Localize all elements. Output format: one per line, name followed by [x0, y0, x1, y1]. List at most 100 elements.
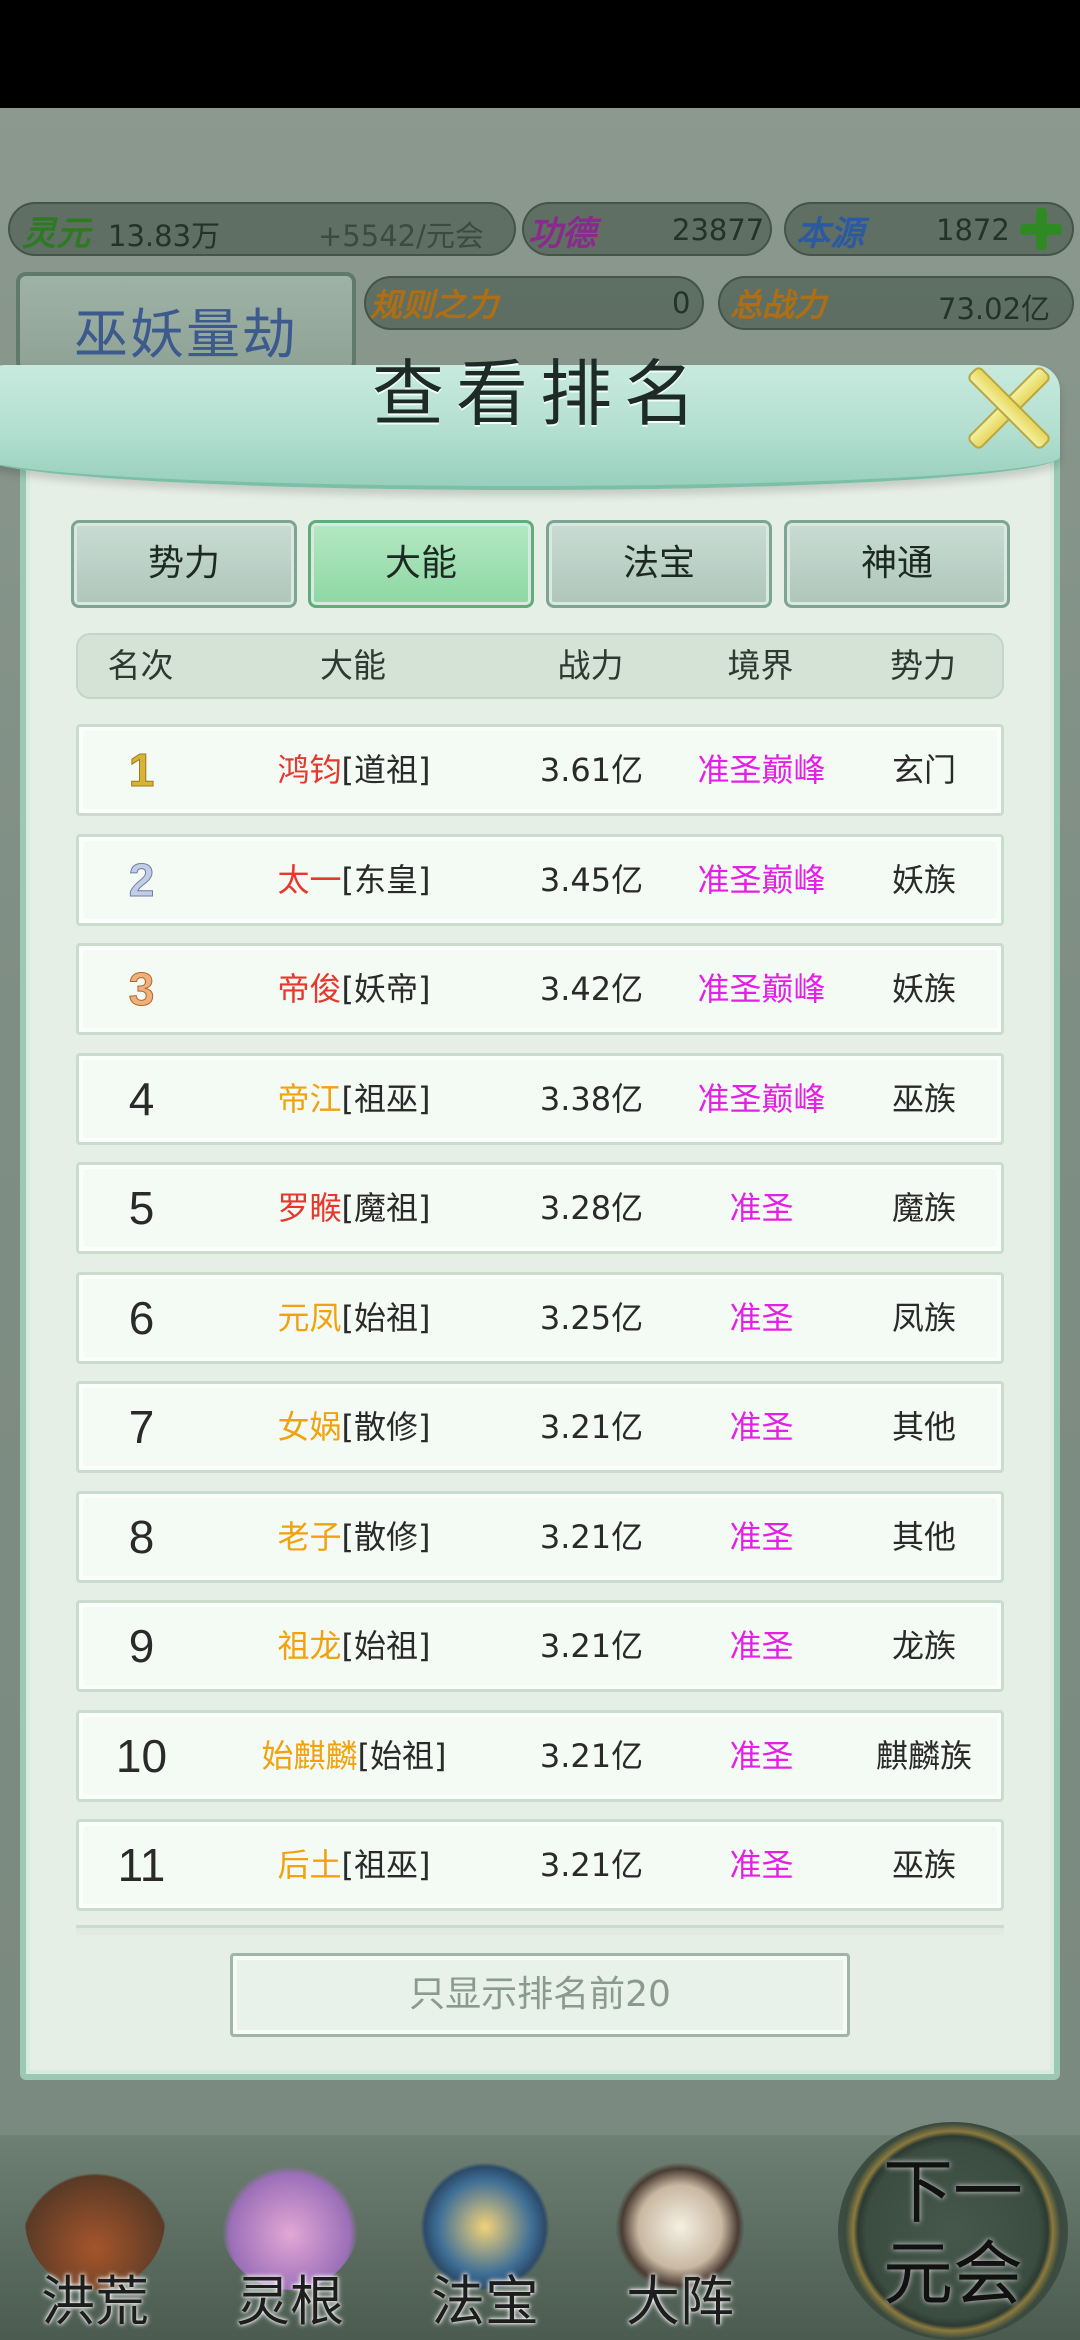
- tab-treasure[interactable]: 法宝: [546, 520, 772, 608]
- tab-faction[interactable]: 势力: [71, 520, 297, 608]
- power-name: 罗睺: [277, 1189, 342, 1227]
- rank-cell: 6: [128, 1292, 155, 1344]
- power-name: 帝江: [277, 1080, 342, 1118]
- nav-dazhen[interactable]: 大阵: [585, 2140, 775, 2340]
- power-cell: 3.45亿: [539, 861, 644, 899]
- next-era-line2: 元会: [883, 2233, 1023, 2315]
- col-rank: 名次: [107, 646, 174, 685]
- realm-cell: 准圣巅峰: [697, 1080, 826, 1118]
- faction-cell: 巫族: [891, 1080, 956, 1118]
- nav-fabao[interactable]: 法宝: [390, 2140, 580, 2340]
- name-cell: 元凤[始祖]: [204, 1275, 504, 1361]
- name-cell: 始麒麟[始祖]: [204, 1713, 504, 1799]
- power-title: [始祖]: [357, 1737, 447, 1775]
- power-cell: 3.25亿: [539, 1299, 644, 1337]
- table-row[interactable]: 2 太一[东皇] 3.45亿 准圣巅峰 妖族: [76, 834, 1004, 926]
- power-title: [散修]: [341, 1408, 431, 1446]
- faction-cell: 其他: [891, 1518, 956, 1556]
- power-cell: 3.28亿: [539, 1189, 644, 1227]
- power-name: 太一: [277, 861, 342, 899]
- guize-label: 规则之力: [370, 286, 499, 324]
- table-row[interactable]: 11 后土[祖巫] 3.21亿 准圣 巫族: [76, 1819, 1004, 1911]
- realm-cell: 准圣: [729, 1627, 794, 1665]
- zhanli-label: 总战力: [730, 286, 827, 324]
- name-cell: 女娲[散修]: [204, 1384, 504, 1470]
- realm-cell: 准圣: [729, 1299, 794, 1337]
- col-realm: 境界: [727, 646, 794, 685]
- rank-cell: 4: [128, 1073, 155, 1125]
- rank-cell: 3: [128, 963, 155, 1016]
- name-cell: 罗睺[魔祖]: [204, 1165, 504, 1251]
- power-name: 元凤: [277, 1299, 342, 1337]
- rank-cell: 8: [128, 1511, 155, 1563]
- table-row[interactable]: 1 鸿钧[道祖] 3.61亿 准圣巅峰 玄门: [76, 724, 1004, 816]
- add-benyuan-icon[interactable]: [1018, 206, 1064, 252]
- name-cell: 帝江[祖巫]: [204, 1056, 504, 1142]
- realm-cell: 准圣: [729, 1737, 794, 1775]
- realm-cell: 准圣: [729, 1846, 794, 1884]
- table-row[interactable]: 3 帝俊[妖帝] 3.42亿 准圣巅峰 妖族: [76, 943, 1004, 1035]
- power-title: [始祖]: [341, 1299, 431, 1337]
- faction-cell: 玄门: [891, 751, 956, 789]
- benyuan-value: 1872: [936, 213, 1010, 247]
- table-row[interactable]: 7 女娲[散修] 3.21亿 准圣 其他: [76, 1381, 1004, 1473]
- name-cell: 祖龙[始祖]: [204, 1603, 504, 1689]
- power-cell: 3.42亿: [539, 970, 644, 1008]
- faction-cell: 其他: [891, 1408, 956, 1446]
- power-title: [东皇]: [341, 861, 431, 899]
- rank-cell: 11: [117, 1839, 166, 1891]
- nav-linggen[interactable]: 灵根: [195, 2140, 385, 2340]
- lingyuan-label: 灵元: [22, 214, 90, 254]
- benyuan-label: 本源: [796, 214, 864, 254]
- name-cell: 帝俊[妖帝]: [204, 946, 504, 1032]
- gongde-value: 23877: [672, 213, 765, 247]
- close-icon[interactable]: [960, 360, 1052, 452]
- next-row-peek: [76, 1925, 1004, 1935]
- power-name: 老子: [277, 1518, 342, 1556]
- nav-honghuang[interactable]: 洪荒: [0, 2140, 190, 2340]
- rank-cell: 2: [128, 854, 155, 907]
- nav-label: 灵根: [236, 2270, 344, 2333]
- lingyuan-value: 13.83万: [108, 219, 221, 253]
- power-title: [魔祖]: [341, 1189, 431, 1227]
- realm-cell: 准圣巅峰: [697, 970, 826, 1008]
- power-title: [祖巫]: [341, 1080, 431, 1118]
- next-era-button[interactable]: 下一 元会: [838, 2122, 1068, 2340]
- table-row[interactable]: 5 罗睺[魔祖] 3.28亿 准圣 魔族: [76, 1162, 1004, 1254]
- rank-cell: 1: [128, 744, 155, 797]
- name-cell: 后土[祖巫]: [204, 1822, 504, 1908]
- realm-cell: 准圣: [729, 1518, 794, 1556]
- power-title: [妖帝]: [341, 970, 431, 1008]
- table-header: 名次 大能 战力 境界 势力: [76, 633, 1004, 699]
- table-row[interactable]: 6 元凤[始祖] 3.25亿 准圣 凤族: [76, 1272, 1004, 1364]
- table-row[interactable]: 9 祖龙[始祖] 3.21亿 准圣 龙族: [76, 1600, 1004, 1692]
- name-cell: 鸿钧[道祖]: [204, 727, 504, 813]
- power-name: 鸿钧: [277, 751, 342, 789]
- table-row[interactable]: 4 帝江[祖巫] 3.38亿 准圣巅峰 巫族: [76, 1053, 1004, 1145]
- rank-cell: 5: [128, 1182, 155, 1234]
- table-row[interactable]: 8 老子[散修] 3.21亿 准圣 其他: [76, 1491, 1004, 1583]
- power-cell: 3.21亿: [539, 1737, 644, 1775]
- col-power: 战力: [557, 646, 624, 685]
- faction-cell: 妖族: [891, 970, 956, 1008]
- tab-divine-power[interactable]: 神通: [784, 520, 1010, 608]
- nav-label: 洪荒: [41, 2270, 149, 2333]
- faction-cell: 巫族: [891, 1846, 956, 1884]
- tab-great-power[interactable]: 大能: [308, 520, 534, 608]
- power-title: [散修]: [341, 1518, 431, 1556]
- power-cell: 3.21亿: [539, 1408, 644, 1446]
- rank-cell: 9: [128, 1620, 155, 1672]
- col-faction: 势力: [890, 646, 956, 685]
- next-era-line1: 下一: [883, 2151, 1023, 2233]
- rank-cell: 7: [128, 1401, 155, 1453]
- guize-value: 0: [672, 286, 691, 320]
- table-row[interactable]: 10 始麒麟[始祖] 3.21亿 准圣 麒麟族: [76, 1710, 1004, 1802]
- nav-label: 大阵: [626, 2270, 734, 2333]
- power-name: 祖龙: [277, 1627, 342, 1665]
- top20-filter-button[interactable]: 只显示排名前20: [230, 1953, 850, 2037]
- col-name: 大能: [320, 646, 386, 685]
- faction-cell: 凤族: [891, 1299, 956, 1337]
- faction-cell: 龙族: [891, 1627, 956, 1665]
- power-cell: 3.21亿: [539, 1627, 644, 1665]
- faction-cell: 麒麟族: [875, 1737, 972, 1775]
